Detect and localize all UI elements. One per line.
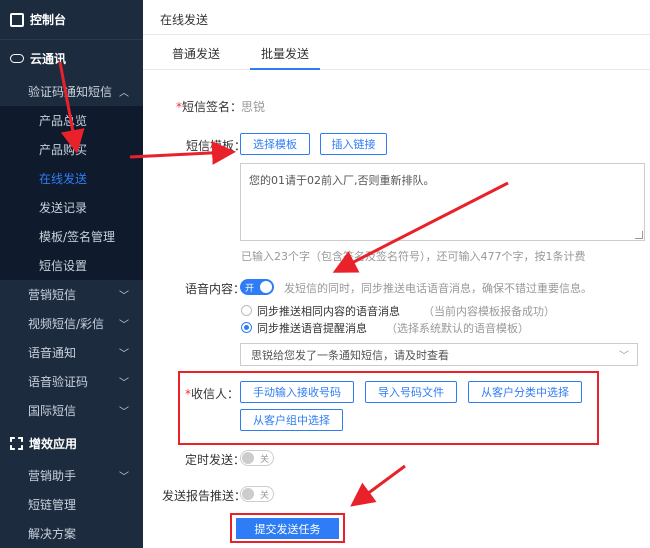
chevron-down-icon: ﹀ — [119, 378, 129, 389]
resize-handle-icon[interactable] — [635, 231, 643, 239]
sidebar-item-label: 在线发送 — [39, 172, 88, 186]
radio-reminder-voice-label: 同步推送语音提醒消息 — [257, 322, 367, 335]
sidebar-item-label: 短信设置 — [39, 259, 88, 273]
toggle-knob — [260, 281, 272, 293]
schedule-toggle-text: 关 — [259, 454, 269, 465]
sidebar-item-label: 营销助手 — [28, 469, 77, 483]
schedule-label: 定时发送： — [185, 453, 246, 467]
voice-toggle[interactable]: 开 — [240, 279, 274, 295]
sidebar-console-label: 控制台 — [30, 13, 67, 27]
schedule-toggle[interactable]: 关 — [240, 450, 274, 466]
sidebar-group-label: 验证码通知短信 — [28, 84, 113, 99]
chevron-down-icon: ﹀ — [119, 320, 129, 331]
voice-template-select[interactable]: 思锐给您发了一条通知短信，请及时查看 ﹀ — [240, 343, 638, 366]
sidebar-item-overview[interactable]: 产品总览 — [0, 106, 143, 135]
recipients-label-row: *收信人： — [185, 385, 239, 402]
char-count-hint: 已输入23个字（包含签名及签名符号），还可输入477个字，按1条计费 — [241, 250, 586, 263]
sidebar-item-label: 语音验证码 — [28, 375, 89, 389]
submit-task-button[interactable]: 提交发送任务 — [236, 518, 339, 539]
voice-template-value: 思锐给您发了一条通知短信，请及时查看 — [251, 348, 449, 362]
sidebar-item-label: 产品购买 — [39, 143, 88, 157]
toggle-knob — [242, 488, 254, 500]
sidebar-item-online-send[interactable]: 在线发送 — [0, 164, 143, 193]
report-toggle[interactable]: 关 — [240, 486, 274, 502]
main-panel: 在线发送 普通发送 批量发送 *短信签名： 思锐 短信模板： 选择模板 插入链接… — [143, 0, 650, 548]
voice-label: 语音内容： — [185, 282, 246, 296]
tab-batch-send[interactable]: 批量发送 — [261, 45, 309, 62]
chevron-down-icon: ﹀ — [119, 472, 129, 483]
signature-value: 思锐 — [241, 100, 266, 114]
active-tab-indicator — [250, 68, 320, 70]
sidebar-item-video-sms[interactable]: 视频短信/彩信 ﹀ — [0, 309, 143, 338]
sidebar-item-purchase[interactable]: 产品购买 — [0, 135, 143, 164]
submit-highlight-box: 提交发送任务 — [230, 513, 345, 543]
cloud-icon — [10, 53, 24, 63]
sidebar-item-templates[interactable]: 模板/签名管理 — [0, 222, 143, 251]
tab-bar: 普通发送 批量发送 — [143, 36, 650, 70]
sidebar-item-label: 语音通知 — [28, 346, 77, 360]
chevron-down-icon: ﹀ — [119, 291, 129, 302]
sidebar-item-send-records[interactable]: 发送记录 — [0, 193, 143, 222]
sidebar-item-label: 短链管理 — [28, 498, 77, 512]
sidebar-item-label: 视频短信/彩信 — [28, 317, 105, 331]
sidebar-item-voice-notice[interactable]: 语音通知 ﹀ — [0, 338, 143, 367]
sidebar-item-label: 营销短信 — [28, 288, 77, 302]
sidebar-section-cloud-label: 云通讯 — [30, 51, 67, 66]
sms-content-text: 您的01请于02前入厂,否则重新排队。 — [249, 174, 435, 187]
select-category-button[interactable]: 从客户分类中选择 — [468, 381, 582, 403]
template-label: 短信模板： — [186, 139, 247, 153]
radio-reminder-voice[interactable] — [241, 322, 252, 333]
sidebar-item-label: 模板/签名管理 — [39, 230, 116, 244]
tab-normal-send[interactable]: 普通发送 — [172, 45, 220, 62]
chevron-down-icon: ﹀ — [119, 349, 129, 360]
voice-toggle-text: 开 — [245, 283, 255, 294]
sidebar-item-label: 国际短信 — [28, 404, 77, 418]
report-label: 发送报告推送： — [162, 489, 247, 503]
radio-same-voice-label: 同步推送相同内容的语音消息 — [257, 305, 400, 318]
title-divider — [143, 34, 650, 35]
sidebar-item-intl-sms[interactable]: 国际短信 ﹀ — [0, 396, 143, 425]
import-file-button[interactable]: 导入号码文件 — [365, 381, 457, 403]
report-toggle-text: 关 — [259, 490, 269, 501]
sidebar-item-label: 产品总览 — [39, 114, 88, 128]
sidebar-item-sms-settings[interactable]: 短信设置 — [0, 251, 143, 280]
radio-same-voice-note: （当前内容模板报备成功） — [423, 305, 555, 318]
signature-label-row: *短信签名： — [176, 98, 242, 115]
insert-link-button[interactable]: 插入链接 — [320, 133, 387, 155]
manual-input-button[interactable]: 手动输入接收号码 — [240, 381, 354, 403]
sidebar: 控制台 云通讯 验证码通知短信 ︿ 产品总览 产品购买 在线发送 发送记录 模板… — [0, 0, 143, 548]
sidebar-group-verification-sms[interactable]: 验证码通知短信 ︿ — [0, 76, 143, 106]
sidebar-item-marketing-sms[interactable]: 营销短信 ﹀ — [0, 280, 143, 309]
page-title: 在线发送 — [160, 13, 209, 27]
sidebar-item-label: 发送记录 — [39, 201, 88, 215]
recipients-label: 收信人： — [191, 387, 240, 401]
sidebar-section-apps[interactable]: 增效应用 — [0, 425, 143, 461]
toggle-knob — [242, 452, 254, 464]
voice-desc: 发短信的同时，同步推送电话语音消息，确保不错过重要信息。 — [284, 282, 592, 295]
console-icon — [10, 12, 24, 27]
sidebar-item-marketing-assistant[interactable]: 营销助手 ﹀ — [0, 461, 143, 490]
sidebar-console[interactable]: 控制台 — [0, 0, 143, 40]
sidebar-item-solutions[interactable]: 解决方案 — [0, 519, 143, 548]
sidebar-item-label: 解决方案 — [28, 527, 77, 541]
sidebar-submenu: 产品总览 产品购买 在线发送 发送记录 模板/签名管理 短信设置 — [0, 106, 143, 280]
select-group-button[interactable]: 从客户组中选择 — [240, 409, 343, 431]
chevron-down-icon: ﹀ — [119, 407, 129, 418]
sms-content-textarea[interactable]: 您的01请于02前入厂,否则重新排队。 — [240, 163, 645, 241]
chevron-up-icon: ︿ — [119, 87, 129, 99]
sidebar-section-apps-label: 增效应用 — [29, 436, 78, 451]
radio-same-voice[interactable] — [241, 305, 252, 316]
sidebar-item-short-links[interactable]: 短链管理 — [0, 490, 143, 519]
radio-reminder-voice-note: （选择系统默认的语音模板） — [386, 322, 529, 335]
chevron-down-icon: ﹀ — [619, 351, 629, 362]
signature-label: 短信签名： — [182, 100, 243, 114]
select-template-button[interactable]: 选择模板 — [240, 133, 310, 155]
apps-icon — [10, 436, 23, 450]
sidebar-item-voice-code[interactable]: 语音验证码 ﹀ — [0, 367, 143, 396]
sidebar-section-cloud[interactable]: 云通讯 — [0, 40, 143, 76]
